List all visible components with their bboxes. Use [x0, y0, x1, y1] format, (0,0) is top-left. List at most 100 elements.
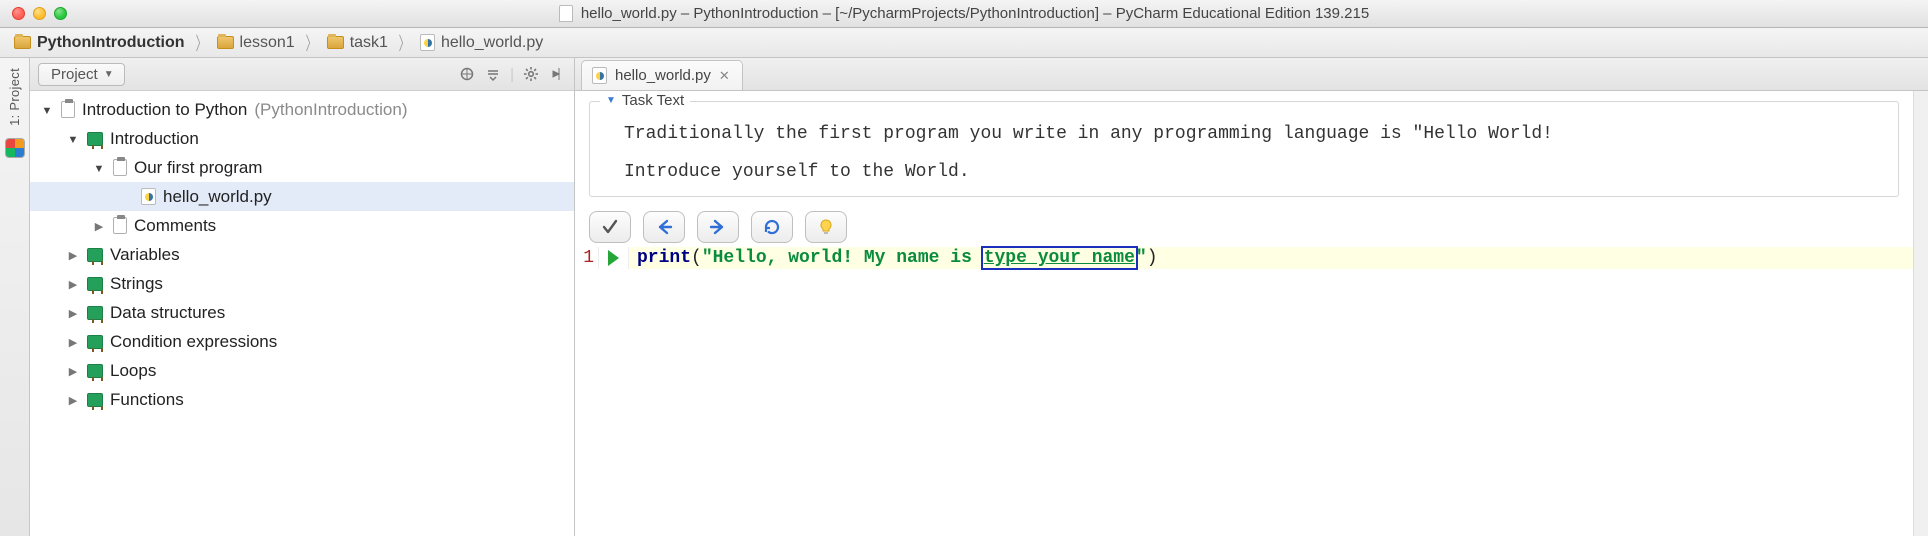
toolwindow-project-button[interactable]: 1: Project	[7, 68, 22, 126]
tree-row[interactable]: Condition expressions	[30, 327, 574, 356]
code-placeholder[interactable]: type your name	[983, 248, 1136, 268]
window-title: hello_world.py – PythonIntroduction – [~…	[581, 5, 1369, 22]
task-text-line: Traditionally the first program you writ…	[624, 124, 1884, 144]
disclosure-triangle-icon[interactable]	[92, 160, 106, 175]
breadcrumb: PythonIntroduction 〉 lesson1 〉 task1 〉 h…	[0, 28, 1928, 58]
tree-label: Loops	[110, 361, 156, 381]
task-text-group: ▼ Task Text Traditionally the first prog…	[589, 101, 1899, 197]
breadcrumb-label: hello_world.py	[441, 34, 543, 52]
tree-row[interactable]: Introduction to Python (PythonIntroducti…	[30, 95, 574, 124]
run-gutter[interactable]	[599, 247, 629, 269]
tree-row[interactable]: Our first program	[30, 153, 574, 182]
disclosure-triangle-icon[interactable]	[66, 392, 80, 407]
previous-task-button[interactable]	[643, 211, 685, 243]
keyword-print: print	[637, 248, 691, 268]
tree-row[interactable]: Variables	[30, 240, 574, 269]
breadcrumb-label: PythonIntroduction	[37, 34, 185, 52]
project-tree[interactable]: Introduction to Python (PythonIntroducti…	[30, 91, 574, 536]
editor-area: hello_world.py ✕ ▼ Task Text Traditional…	[575, 58, 1928, 536]
traffic-lights	[12, 7, 67, 20]
lesson-icon	[87, 335, 103, 349]
main-area: 1: Project Project ▼ | Int	[0, 58, 1928, 536]
run-icon	[608, 250, 619, 266]
folder-icon	[327, 36, 344, 49]
disclosure-triangle-icon: ▼	[606, 95, 616, 106]
editor-scrollbar[interactable]	[1913, 91, 1928, 536]
tree-label: hello_world.py	[163, 187, 272, 207]
tree-label: Data structures	[110, 303, 225, 323]
tree-label: Comments	[134, 216, 216, 236]
lesson-icon	[87, 277, 103, 291]
tree-row[interactable]: Comments	[30, 211, 574, 240]
project-view-label: Project	[51, 66, 98, 83]
python-file-icon	[141, 188, 156, 205]
lesson-icon	[87, 306, 103, 320]
tree-label: Variables	[110, 245, 180, 265]
breadcrumb-label: task1	[350, 34, 388, 52]
python-file-icon	[592, 67, 607, 84]
breadcrumb-item-file[interactable]: hello_world.py	[420, 34, 543, 52]
hide-panel-icon[interactable]	[548, 65, 566, 83]
clipboard-icon	[113, 217, 127, 234]
tree-label: Condition expressions	[110, 332, 277, 352]
editor-tab-label: hello_world.py	[615, 67, 711, 84]
breadcrumb-separator: 〉	[195, 30, 207, 56]
editor-tab-hello-world[interactable]: hello_world.py ✕	[581, 60, 743, 90]
tree-label: Strings	[110, 274, 163, 294]
disclosure-triangle-icon[interactable]	[92, 218, 106, 233]
titlebar-center: hello_world.py – PythonIntroduction – [~…	[0, 5, 1928, 22]
disclosure-triangle-icon[interactable]	[66, 131, 80, 146]
tree-row[interactable]: Data structures	[30, 298, 574, 327]
project-view-combo[interactable]: Project ▼	[38, 63, 125, 86]
breadcrumb-separator: 〉	[398, 30, 410, 56]
folder-icon	[217, 36, 234, 49]
breadcrumb-item-project[interactable]: PythonIntroduction	[14, 34, 185, 52]
refresh-task-button[interactable]	[751, 211, 793, 243]
close-icon[interactable]: ✕	[719, 68, 730, 84]
window-close-button[interactable]	[12, 7, 25, 20]
check-task-button[interactable]	[589, 211, 631, 243]
tree-label: Introduction	[110, 129, 199, 149]
titlebar: hello_world.py – PythonIntroduction – [~…	[0, 0, 1928, 28]
breadcrumb-item-task[interactable]: task1	[327, 34, 388, 52]
disclosure-triangle-icon[interactable]	[66, 276, 80, 291]
tree-sub-label: (PythonIntroduction)	[254, 100, 407, 120]
hint-button[interactable]	[805, 211, 847, 243]
lesson-icon	[87, 364, 103, 378]
tree-row[interactable]: Strings	[30, 269, 574, 298]
tree-row[interactable]: Functions	[30, 385, 574, 414]
clipboard-icon	[113, 159, 127, 176]
lesson-icon	[87, 248, 103, 262]
chevron-down-icon: ▼	[104, 69, 114, 80]
file-icon	[559, 5, 573, 22]
project-panel: Project ▼ | Introduction to Python (Pyth…	[30, 58, 575, 536]
tree-label: Functions	[110, 390, 184, 410]
line-number: 1	[575, 247, 599, 269]
gear-icon[interactable]	[522, 65, 540, 83]
task-text-toggle[interactable]: ▼ Task Text	[600, 92, 690, 109]
disclosure-triangle-icon[interactable]	[66, 305, 80, 320]
pycharm-logo-icon[interactable]	[5, 138, 25, 158]
tree-row[interactable]: Introduction	[30, 124, 574, 153]
disclosure-triangle-icon[interactable]	[66, 247, 80, 262]
disclosure-triangle-icon[interactable]	[66, 363, 80, 378]
lesson-icon	[87, 132, 103, 146]
task-text-line: Introduce yourself to the World.	[624, 162, 1884, 182]
window-zoom-button[interactable]	[54, 7, 67, 20]
breadcrumb-item-lesson[interactable]: lesson1	[217, 34, 295, 52]
next-task-button[interactable]	[697, 211, 739, 243]
tree-row[interactable]: hello_world.py	[30, 182, 574, 211]
disclosure-triangle-icon[interactable]	[66, 334, 80, 349]
window-minimize-button[interactable]	[33, 7, 46, 20]
code-line[interactable]: print("Hello, world! My name is type you…	[629, 247, 1913, 269]
tree-row[interactable]: Loops	[30, 356, 574, 385]
disclosure-triangle-icon[interactable]	[40, 102, 54, 117]
task-action-bar	[575, 205, 1913, 247]
breadcrumb-separator: 〉	[305, 30, 317, 56]
task-text-title: Task Text	[622, 92, 684, 109]
scroll-to-source-icon[interactable]	[458, 65, 476, 83]
code-editor[interactable]: 1 print("Hello, world! My name is type y…	[575, 247, 1913, 269]
collapse-all-icon[interactable]	[484, 65, 502, 83]
clipboard-icon	[61, 101, 75, 118]
tree-label: Introduction to Python	[82, 100, 247, 120]
